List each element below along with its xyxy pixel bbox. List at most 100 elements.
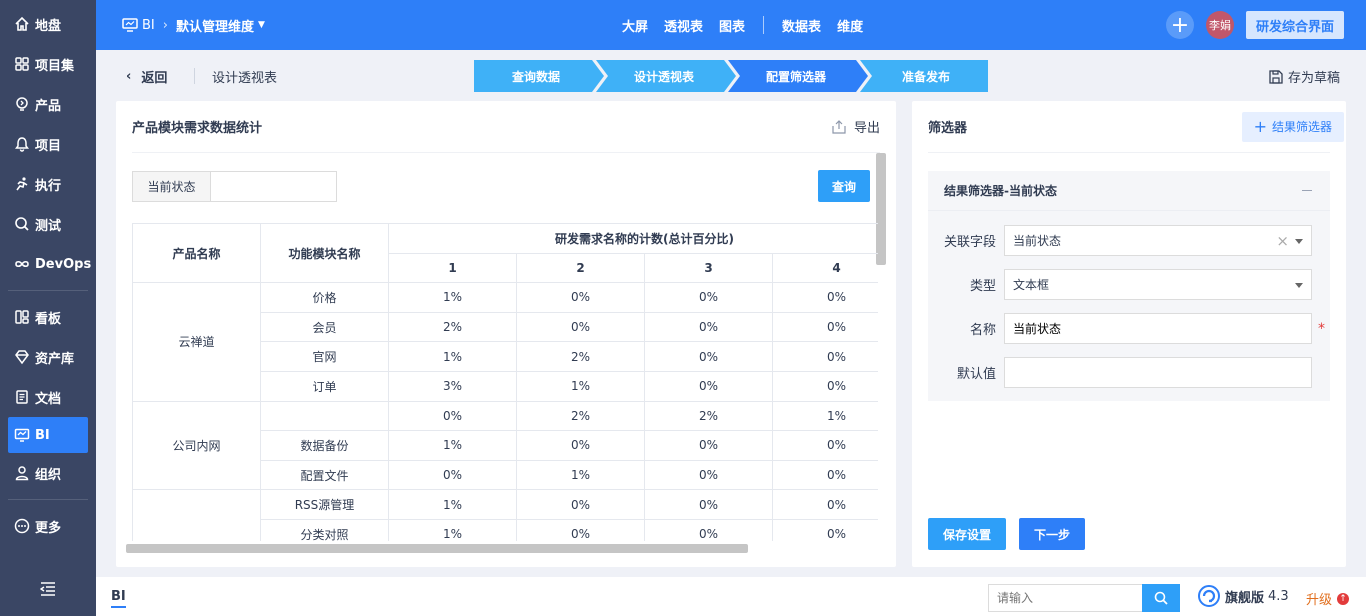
nav-datatable[interactable]: 数据表 — [782, 16, 821, 35]
add-result-filter-button[interactable]: + 结果筛选器 — [1241, 111, 1344, 142]
cell-value: 0% — [771, 489, 878, 520]
sidebar-item-org[interactable]: 组织 — [0, 453, 96, 493]
table-row: 云禅道 价格 1% 0% 0% 0% — [132, 282, 878, 402]
sidebar-item-docs[interactable]: 文档 — [0, 377, 96, 417]
sidebar-item-execution[interactable]: 执行 — [0, 164, 96, 204]
default-value-input[interactable] — [1004, 357, 1312, 388]
divider — [194, 68, 195, 84]
create-plus-button[interactable]: + — [1165, 11, 1194, 39]
clear-icon[interactable]: × — [1276, 232, 1289, 250]
dimension-selector[interactable]: 默认管理维度 — [176, 16, 254, 35]
horizontal-scrollbar[interactable] — [126, 544, 748, 553]
workspace-button[interactable]: 研发综合界面 — [1245, 11, 1344, 39]
collapse-icon[interactable] — [1302, 190, 1312, 191]
bottom-tab-bi[interactable]: BI — [111, 589, 126, 608]
cell-value: 0% — [388, 400, 517, 432]
filter-panel: 筛选器 + 结果筛选器 结果筛选器-当前状态 关联字段 当前状态 × 类型 文本… — [912, 101, 1346, 567]
global-search-input[interactable] — [988, 584, 1143, 612]
back-button[interactable]: ‹ 返回 — [126, 67, 167, 86]
header-module: 功能模块名称 — [260, 223, 389, 284]
form-row-name: 名称 * — [928, 313, 1325, 344]
sidebar-item-label: DevOps — [35, 256, 92, 272]
cell-module: 配置文件 — [260, 459, 389, 491]
pivot-title: 产品模块需求数据统计 — [132, 121, 263, 136]
kanban-icon — [14, 309, 30, 325]
zentao-logo-icon — [1198, 585, 1220, 607]
sidebar-item-devops[interactable]: DevOps — [0, 244, 96, 284]
version-info[interactable]: 旗舰版 4.3 — [1198, 585, 1289, 607]
export-icon — [832, 119, 846, 134]
filter-card-header: 结果筛选器-当前状态 — [928, 171, 1330, 211]
step-config-filter[interactable]: 配置筛选器 — [734, 60, 858, 92]
nav-screen[interactable]: 大屏 — [622, 16, 648, 35]
header-group: 研发需求名称的计数(总计百分比) — [387, 223, 878, 254]
pivot-table-wrap: 产品名称 功能模块名称 研发需求名称的计数(总计百分比) 1 2 3 4 云禅道… — [132, 223, 878, 541]
search-bug-icon — [14, 216, 30, 232]
name-input[interactable] — [1004, 313, 1312, 344]
sidebar-item-test[interactable]: 测试 — [0, 204, 96, 244]
cell-value: 2% — [644, 400, 773, 432]
save-icon — [1269, 69, 1283, 84]
nav-dimension[interactable]: 维度 — [837, 16, 863, 35]
upgrade-link[interactable]: 升级 ↑ — [1306, 589, 1350, 608]
cell-value: 1% — [388, 282, 517, 313]
sidebar-item-label: 资产库 — [35, 351, 75, 367]
field-select[interactable]: 当前状态 × — [1004, 225, 1312, 256]
sidebar-item-label: 看板 — [35, 311, 62, 327]
plus-icon: + — [1253, 117, 1267, 136]
step-query-data[interactable]: 查询数据 — [474, 60, 598, 92]
type-select[interactable]: 文本框 — [1004, 269, 1312, 300]
save-draft-button[interactable]: 存为草稿 — [1269, 67, 1340, 86]
cell-value: 0% — [644, 459, 773, 491]
sidebar-item-label: 执行 — [35, 178, 62, 194]
sidebar-item-product[interactable]: 产品 — [0, 84, 96, 124]
cell-value: 0% — [771, 341, 878, 372]
home-icon — [14, 16, 30, 32]
cell-value: 0% — [644, 282, 773, 313]
nav-pivot[interactable]: 透视表 — [664, 16, 703, 35]
infinity-icon — [14, 256, 30, 272]
sidebar-item-label: 测试 — [35, 218, 62, 234]
diamond-icon — [14, 349, 30, 365]
more-icon — [14, 518, 30, 534]
next-step-button[interactable]: 下一步 — [1019, 518, 1085, 550]
cell-value: 0% — [516, 518, 645, 541]
sidebar-item-bi[interactable]: BI — [8, 417, 88, 453]
collapse-sidebar-icon[interactable] — [39, 582, 56, 600]
sidebar: 地盘 项目集 产品 项目 执行 测试 DevOps 看板 资产库 文档 BI 组… — [0, 0, 96, 616]
sidebar-item-home[interactable]: 地盘 — [0, 4, 96, 44]
sidebar-item-project[interactable]: 项目 — [0, 124, 96, 164]
step-design-pivot[interactable]: 设计透视表 — [602, 60, 726, 92]
cell-module: 订单 — [260, 370, 389, 402]
cell-product: 云禅道 — [132, 282, 261, 402]
search-button[interactable] — [1142, 584, 1180, 612]
status-filter-input[interactable] — [210, 171, 337, 202]
breadcrumb-app[interactable]: BI — [142, 18, 155, 33]
nav-chart[interactable]: 图表 — [719, 16, 745, 35]
header-col-2: 2 — [516, 252, 645, 284]
cell-value: 0% — [771, 459, 878, 491]
cell-value: 0% — [516, 489, 645, 520]
cell-value: 0% — [771, 430, 878, 461]
pivot-filter: 当前状态 — [132, 171, 337, 202]
table-row: 公司内网 0% 2% 2% 1% — [132, 400, 878, 491]
query-button[interactable]: 查询 — [818, 170, 870, 202]
top-nav: 大屏 透视表 图表 数据表 维度 — [614, 0, 871, 50]
save-settings-button[interactable]: 保存设置 — [928, 518, 1006, 550]
avatar[interactable]: 李娟 — [1205, 11, 1234, 39]
sidebar-item-assets[interactable]: 资产库 — [0, 337, 96, 377]
sidebar-item-kanban[interactable]: 看板 — [0, 297, 96, 337]
export-button[interactable]: 导出 — [832, 117, 880, 136]
step-publish[interactable]: 准备发布 — [864, 60, 988, 92]
monitor-icon — [122, 18, 138, 32]
cell-value: 0% — [644, 341, 773, 372]
sidebar-item-label: 项目 — [35, 138, 62, 154]
sidebar-item-label: 地盘 — [35, 18, 62, 34]
sidebar-item-more[interactable]: 更多 — [0, 506, 96, 546]
cell-value: 0% — [516, 311, 645, 343]
edition-label: 旗舰版 — [1225, 590, 1265, 606]
sidebar-item-program[interactable]: 项目集 — [0, 44, 96, 84]
cell-value: 0% — [771, 282, 878, 313]
caret-down-icon[interactable]: ▼ — [258, 20, 265, 30]
chevron-down-icon — [1295, 239, 1303, 244]
